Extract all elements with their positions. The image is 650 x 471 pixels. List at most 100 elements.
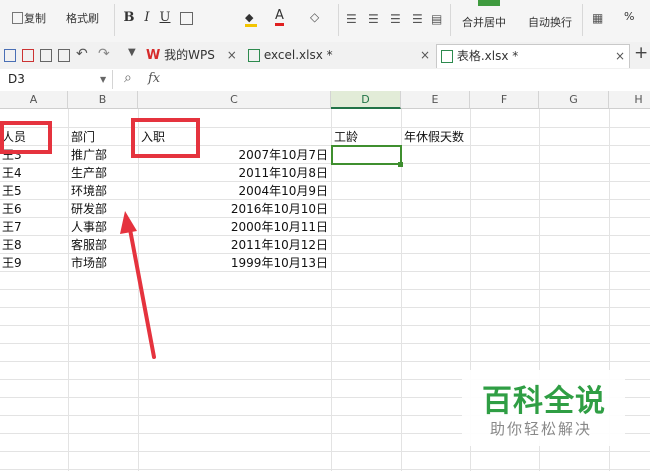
cell-d2[interactable]: 工龄 <box>334 127 358 147</box>
clear-format-icon[interactable]: ◇ <box>310 10 319 24</box>
grid-row-line <box>0 451 650 452</box>
close-icon[interactable]: × <box>227 48 237 62</box>
fill-color-icon[interactable]: ◆ <box>245 12 257 27</box>
cell-c7[interactable]: 2000年10月11日 <box>138 217 328 237</box>
cell-b3[interactable]: 推广部 <box>71 145 107 165</box>
close-icon[interactable]: × <box>420 44 430 67</box>
column-header-b[interactable]: B <box>68 91 138 109</box>
align-center-icon[interactable]: ☰ <box>368 12 379 26</box>
align-left-icon[interactable]: ☰ <box>346 12 357 26</box>
formula-bar: D3 ▼ ⌕ fx <box>0 69 650 92</box>
wrap-text-button[interactable]: 自动换行 <box>528 14 572 30</box>
cell-a9[interactable]: 王9 <box>2 253 22 273</box>
sheet-file-icon <box>441 50 453 63</box>
highlight-box-hire-date <box>131 118 200 158</box>
copy-button[interactable]: 复制 <box>24 10 46 26</box>
ribbon-toolbar: 复制 格式刷 B I U ◆ A ◇ ☰ ☰ ☰ ☰ ▤ 合并居中 自动换行 ▦… <box>0 0 650 43</box>
cell-b7[interactable]: 人事部 <box>71 217 107 237</box>
distributed-icon[interactable]: ☰ <box>412 12 423 26</box>
merge-center-icon <box>478 0 500 6</box>
tab-label: 表格.xlsx * <box>456 49 519 63</box>
column-header-e[interactable]: E <box>401 91 470 109</box>
underline-button[interactable]: U <box>156 9 174 27</box>
save-icon[interactable] <box>4 49 16 62</box>
cell-b4[interactable]: 生产部 <box>71 163 107 183</box>
grid-row-line <box>0 361 650 362</box>
zoom-search-icon[interactable]: ⌕ <box>124 70 132 86</box>
font-color-icon[interactable]: A <box>275 9 284 26</box>
cell-e2[interactable]: 年休假天数 <box>404 127 464 147</box>
format-painter-button[interactable]: 格式刷 <box>66 10 99 26</box>
tab-label: excel.xlsx * <box>263 48 333 62</box>
column-header-h[interactable]: H <box>609 91 650 109</box>
copy-icon[interactable] <box>12 12 23 24</box>
undo-icon[interactable]: ↶ <box>76 46 88 62</box>
tab-my-wps[interactable]: W 我的WPS × <box>146 44 242 67</box>
pdf-icon[interactable] <box>22 49 34 62</box>
print-icon[interactable] <box>40 49 52 62</box>
cell-a4[interactable]: 王4 <box>2 163 22 183</box>
cell-a6[interactable]: 王6 <box>2 199 22 219</box>
redo-icon[interactable]: ↷ <box>98 46 110 62</box>
watermark-title: 百科全说 <box>482 384 606 419</box>
cell-b2[interactable]: 部门 <box>71 127 95 147</box>
cell-b8[interactable]: 客服部 <box>71 235 107 255</box>
watermark: 百科全说 助你轻松解决 <box>462 370 625 446</box>
name-box[interactable]: D3 ▼ <box>0 70 113 89</box>
grid-row-line <box>0 325 650 326</box>
column-header-d[interactable]: D <box>331 91 401 109</box>
number-format-icon[interactable]: ▦ <box>592 11 603 25</box>
ribbon-divider <box>338 4 339 36</box>
ribbon-divider <box>582 4 583 36</box>
merge-center-button[interactable]: 合并居中 <box>462 14 506 30</box>
fx-icon[interactable]: fx <box>148 71 160 86</box>
align-right-icon[interactable]: ☰ <box>390 12 401 26</box>
justify-icon[interactable]: ▤ <box>431 12 442 26</box>
grid-row-line <box>0 469 650 470</box>
cell-c9[interactable]: 1999年10月13日 <box>138 253 328 273</box>
cell-a7[interactable]: 王7 <box>2 217 22 237</box>
grid-column-line <box>68 109 69 471</box>
close-icon[interactable]: × <box>615 45 625 68</box>
tab-biaoge-xlsx[interactable]: 表格.xlsx * × <box>436 44 630 68</box>
preview-icon[interactable] <box>58 49 70 62</box>
bold-button[interactable]: B <box>120 9 138 27</box>
cell-b9[interactable]: 市场部 <box>71 253 107 273</box>
dropdown-icon[interactable]: ▼ <box>128 47 136 58</box>
spreadsheet-grid: A B C D E F G H 人员 部门 入职 工龄 年休假天数 王3 推广部 2… <box>0 91 650 471</box>
fill-handle[interactable] <box>398 162 403 167</box>
cell-c4[interactable]: 2011年10月8日 <box>138 163 328 183</box>
cell-b5[interactable]: 环境部 <box>71 181 107 201</box>
column-header-c[interactable]: C <box>138 91 331 109</box>
column-header-a[interactable]: A <box>0 91 68 109</box>
column-header-f[interactable]: F <box>470 91 539 109</box>
formula-input[interactable] <box>176 69 650 90</box>
arrow-head <box>120 211 137 234</box>
cell-c6[interactable]: 2016年10月10日 <box>138 199 328 219</box>
cell-b6[interactable]: 研发部 <box>71 199 107 219</box>
tab-label: 我的WPS <box>164 48 215 62</box>
grid-row-line <box>0 343 650 344</box>
grid-row-line <box>0 289 650 290</box>
cell-a8[interactable]: 王8 <box>2 235 22 255</box>
new-tab-button[interactable]: + <box>634 43 648 63</box>
border-icon[interactable] <box>180 12 193 25</box>
cell-c5[interactable]: 2004年10月9日 <box>138 181 328 201</box>
highlight-box-personnel <box>0 121 52 154</box>
wps-logo-icon: W <box>146 48 161 63</box>
cell-a5[interactable]: 王5 <box>2 181 22 201</box>
grid-row-line <box>0 307 650 308</box>
chevron-down-icon[interactable]: ▼ <box>100 70 106 89</box>
italic-button[interactable]: I <box>138 9 156 27</box>
selected-cell-d3[interactable] <box>331 145 402 165</box>
watermark-subtitle: 助你轻松解决 <box>490 420 593 438</box>
column-header-g[interactable]: G <box>539 91 609 109</box>
cell-c8[interactable]: 2011年10月12日 <box>138 235 328 255</box>
document-tab-bar: ↶ ↷ ▼ W 我的WPS × excel.xlsx * × 表格.xlsx *… <box>0 42 650 70</box>
percent-button[interactable]: % <box>624 10 634 23</box>
grid-row-line <box>0 127 650 128</box>
ribbon-divider <box>450 4 451 36</box>
cell-reference: D3 <box>8 72 25 86</box>
sheet-file-icon <box>248 49 260 62</box>
tab-excel-xlsx[interactable]: excel.xlsx * × <box>248 44 430 67</box>
